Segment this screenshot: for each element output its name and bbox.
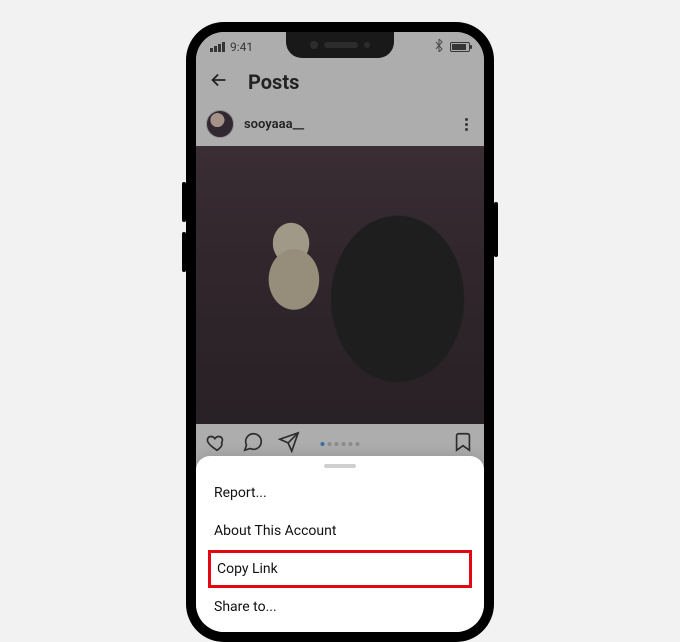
sheet-item-share-to[interactable]: Share to... [196, 588, 484, 626]
volume-down-button [182, 232, 186, 272]
sheet-item-copy-link[interactable]: Copy Link [208, 550, 472, 588]
power-button [494, 202, 498, 257]
sheet-handle[interactable] [324, 464, 356, 468]
sheet-item-report[interactable]: Report... [196, 474, 484, 512]
volume-up-button [182, 182, 186, 222]
bottom-sheet: Report... About This Account Copy Link S… [196, 456, 484, 632]
phone-frame: 9:41 Posts sooyaaa__ [186, 22, 494, 642]
sheet-item-about-account[interactable]: About This Account [196, 512, 484, 550]
screen: 9:41 Posts sooyaaa__ [196, 32, 484, 632]
